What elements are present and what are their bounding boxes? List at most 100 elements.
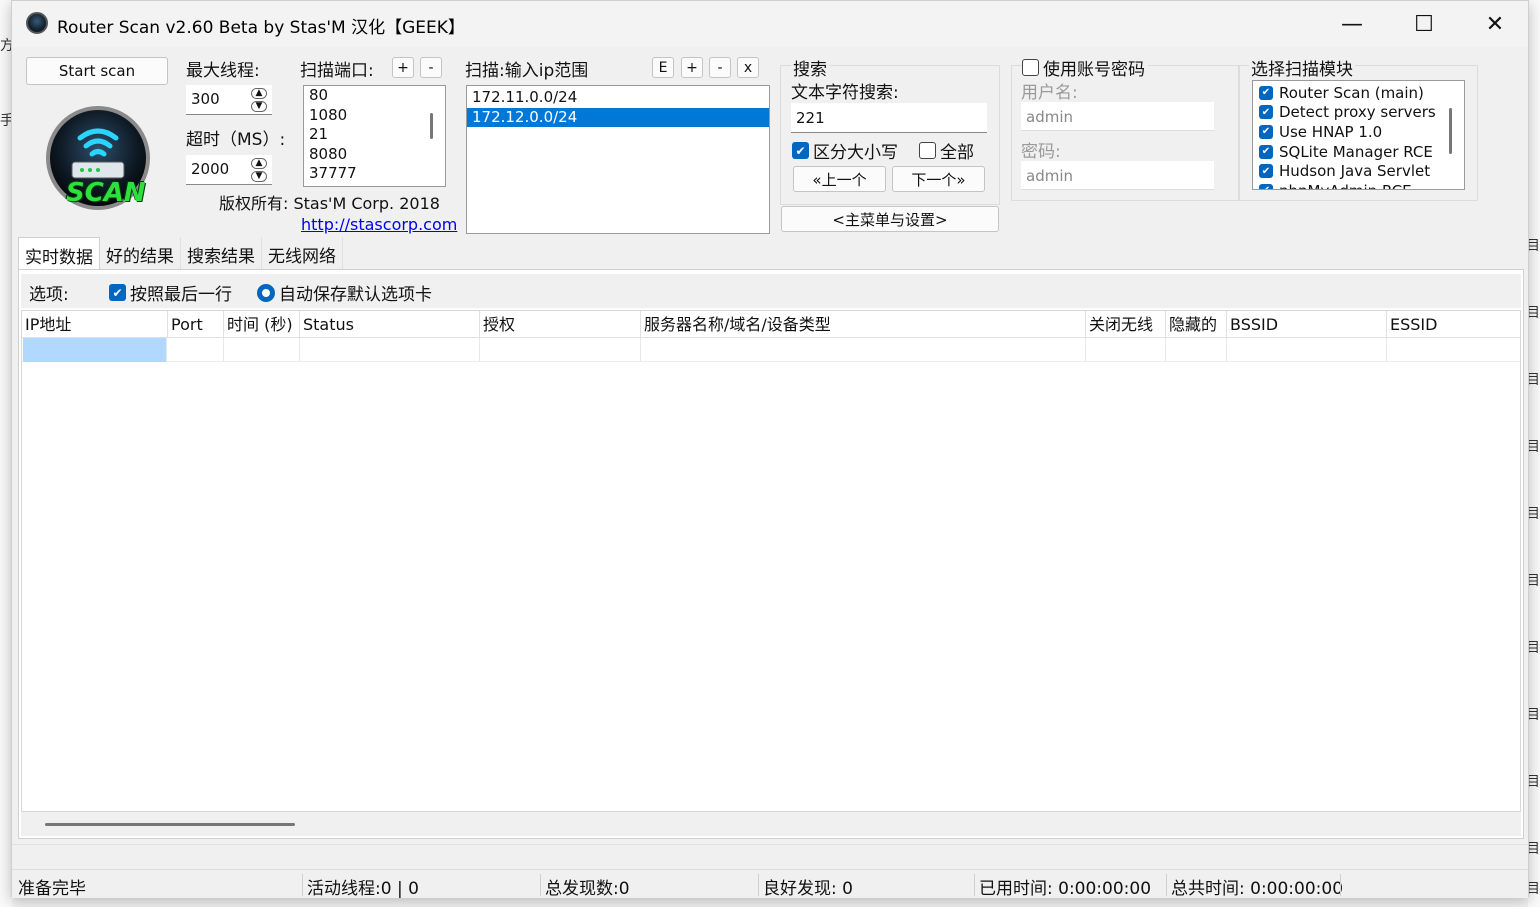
column-header-port[interactable]: Port (168, 311, 224, 338)
module-item-sqlite-rce[interactable]: ✔ SQLite Manager RCE (1253, 142, 1464, 162)
search-input[interactable]: 221 (791, 103, 987, 133)
tab-wireless[interactable]: 无线网络 (262, 237, 343, 269)
main-menu-settings-button[interactable]: <主菜单与设置> (781, 206, 999, 232)
table-cell-ip[interactable] (23, 338, 167, 362)
username-field[interactable]: admin (1021, 102, 1214, 131)
checkbox-checked-icon[interactable]: ✔ (1259, 183, 1273, 189)
module-item-hudson[interactable]: ✔ Hudson Java Servlet (1253, 161, 1464, 181)
autosave-tab-radio[interactable]: 自动保存默认选项卡 (257, 280, 432, 305)
background-window-right: 目 目 目 目 目 目 目 目 目 目 目 (1526, 0, 1540, 907)
table-cell-wireless-off[interactable] (1086, 338, 1166, 362)
checkbox-checked-icon[interactable]: ✔ (1259, 164, 1273, 179)
clear-ranges-button[interactable]: x (737, 57, 759, 78)
checkbox-unchecked-icon[interactable] (919, 142, 936, 159)
tab-live-data[interactable]: 实时数据 (18, 237, 100, 269)
tab-search-results[interactable]: 搜索结果 (181, 237, 262, 269)
autosave-tab-label: 自动保存默认选项卡 (279, 285, 432, 305)
password-field[interactable]: admin (1021, 161, 1214, 190)
next-result-button[interactable]: 下一个» (892, 166, 985, 192)
column-header-ip[interactable]: IP地址 (22, 311, 168, 338)
spinner-arrows-icon[interactable]: ▲ ▼ (250, 158, 268, 182)
port-item[interactable]: 1080 (304, 106, 445, 126)
table-cell-essid[interactable] (1387, 338, 1522, 362)
website-link[interactable]: http://stascorp.com (301, 215, 457, 234)
router-scan-logo: SCAN (42, 104, 154, 212)
checkbox-checked-icon[interactable]: ✔ (1259, 124, 1273, 139)
results-table[interactable]: IP地址 Port 时间 (秒) Status 授权 服务器名称/域名/设备类型… (21, 310, 1521, 812)
modules-scrollbar[interactable] (1449, 108, 1452, 154)
table-cell-server-name[interactable] (641, 338, 1086, 362)
edit-range-button[interactable]: E (652, 57, 674, 78)
remove-port-button[interactable]: - (420, 57, 442, 78)
spinner-arrows-icon[interactable]: ▲ ▼ (250, 88, 268, 112)
column-header-auth[interactable]: 授权 (480, 311, 641, 338)
case-sensitive-label: 区分大小写 (813, 143, 898, 163)
minimize-button[interactable]: — (1317, 1, 1387, 47)
column-header-hidden[interactable]: 隐藏的 (1166, 311, 1227, 338)
radio-selected-icon[interactable] (257, 283, 275, 302)
status-total-time: 总共时间: 0:00:00:00 (1166, 874, 1343, 899)
module-label: phpMyAdmin RCE (1279, 182, 1412, 189)
options-bar: 选项: ✔ 按照最后一行 自动保存默认选项卡 (21, 274, 1521, 308)
add-range-button[interactable]: + (681, 57, 703, 78)
column-header-wireless-off[interactable]: 关闭无线 (1086, 311, 1166, 338)
ports-scrollbar[interactable] (430, 113, 433, 139)
module-item-phpmyadmin[interactable]: ✔ phpMyAdmin RCE (1253, 181, 1464, 189)
checkbox-checked-icon[interactable]: ✔ (792, 142, 809, 159)
column-header-bssid[interactable]: BSSID (1227, 311, 1387, 338)
table-cell-port[interactable] (168, 338, 224, 362)
table-cell-time[interactable] (224, 338, 300, 362)
timeout-spinner[interactable]: 2000 ▲ ▼ (186, 155, 272, 185)
table-cell-auth[interactable] (480, 338, 641, 362)
scan-modules-list[interactable]: ✔ Router Scan (main) ✔ Detect proxy server… (1252, 80, 1465, 190)
max-threads-value[interactable]: 300 (191, 90, 220, 108)
tab-good-results[interactable]: 好的结果 (100, 237, 181, 269)
timeout-value[interactable]: 2000 (191, 160, 229, 178)
checkbox-checked-icon[interactable]: ✔ (109, 284, 126, 301)
horizontal-scrollbar-thumb[interactable] (45, 823, 295, 826)
ip-range-item[interactable]: 172.11.0.0/24 (467, 88, 769, 108)
column-header-essid[interactable]: ESSID (1387, 311, 1522, 338)
module-item-hnap[interactable]: ✔ Use HNAP 1.0 (1253, 122, 1464, 142)
column-header-status[interactable]: Status (300, 311, 480, 338)
search-all-checkbox[interactable]: 全部 (919, 138, 974, 163)
use-credentials-checkbox[interactable]: 使用账号密码 (1022, 55, 1148, 80)
ip-range-item-selected[interactable]: 172.12.0.0/24 (467, 107, 769, 127)
checkbox-checked-icon[interactable]: ✔ (1259, 144, 1273, 159)
table-row[interactable] (22, 338, 1520, 362)
table-cell-bssid[interactable] (1227, 338, 1387, 362)
module-item-detect-proxy[interactable]: ✔ Detect proxy servers (1253, 103, 1464, 123)
timeout-label: 超时（MS）: (186, 130, 286, 150)
table-cell-status[interactable] (300, 338, 480, 362)
port-item[interactable]: 21 (304, 125, 445, 145)
prev-result-button[interactable]: «上一个 (793, 166, 886, 192)
copyright-text: 版权所有: Stas'M Corp. 2018 (219, 194, 440, 213)
checkbox-checked-icon[interactable]: ✔ (1259, 105, 1273, 120)
checkbox-checked-icon[interactable]: ✔ (1259, 85, 1273, 100)
ports-list[interactable]: 80 1080 21 8080 37777 (303, 85, 446, 187)
options-label: 选项: (29, 285, 69, 305)
case-sensitive-checkbox[interactable]: ✔ 区分大小写 (792, 138, 898, 163)
horizontal-scrollbar[interactable] (21, 812, 1521, 836)
remove-range-button[interactable]: - (709, 57, 731, 78)
table-cell-hidden[interactable] (1166, 338, 1227, 362)
column-header-time[interactable]: 时间 (秒) (224, 311, 300, 338)
port-item[interactable]: 80 (304, 86, 445, 106)
password-label: 密码: (1021, 142, 1061, 162)
module-item-router-scan[interactable]: ✔ Router Scan (main) (1253, 83, 1464, 103)
add-port-button[interactable]: + (392, 57, 414, 78)
checkbox-unchecked-icon[interactable] (1022, 59, 1039, 76)
modules-group-label: 选择扫描模块 (1249, 55, 1355, 80)
app-icon (26, 12, 48, 34)
port-item[interactable]: 37777 (304, 164, 445, 184)
start-scan-button[interactable]: Start scan (26, 57, 168, 85)
logo-text: SCAN (66, 178, 146, 208)
max-threads-spinner[interactable]: 300 ▲ ▼ (186, 85, 272, 115)
ip-range-list[interactable]: 172.11.0.0/24 172.12.0.0/24 (466, 85, 770, 234)
maximize-button[interactable]: ☐ (1389, 1, 1459, 47)
follow-last-row-checkbox[interactable]: ✔ 按照最后一行 (109, 280, 232, 305)
port-item[interactable]: 8080 (304, 145, 445, 165)
close-button[interactable]: ✕ (1460, 1, 1530, 47)
title-bar[interactable]: Router Scan v2.60 Beta by Stas'M 汉化【GEEK… (12, 1, 1528, 47)
column-header-server-name[interactable]: 服务器名称/域名/设备类型 (641, 311, 1086, 338)
